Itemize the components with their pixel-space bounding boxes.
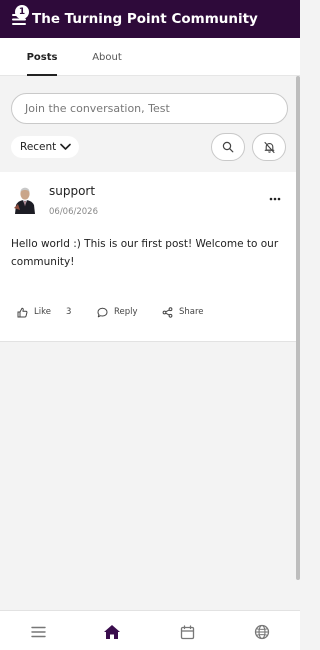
nav-explore-button[interactable] (253, 623, 271, 641)
tab-about[interactable]: About (92, 38, 122, 76)
page-title: The Turning Point Community (32, 11, 258, 27)
top-app-bar: 1 The Turning Point Community (0, 0, 300, 38)
nav-menu-button[interactable] (29, 623, 47, 641)
like-label: Like (34, 307, 51, 317)
post-body: Hello world :) This is our first post! W… (11, 238, 279, 268)
calendar-icon (180, 624, 194, 639)
menu-button[interactable]: 1 (7, 5, 31, 31)
more-horizontal-icon (269, 197, 281, 201)
nav-home-button[interactable] (103, 623, 121, 641)
sort-label: Recent (20, 141, 57, 153)
home-icon (104, 625, 120, 639)
like-button[interactable]: Like (17, 305, 51, 319)
sort-dropdown[interactable]: Recent (11, 136, 79, 158)
avatar[interactable] (12, 184, 38, 214)
reply-label: Reply (114, 307, 138, 317)
menu-icon (30, 626, 46, 638)
tab-posts[interactable]: Posts (27, 38, 57, 76)
chevron-down-icon (60, 143, 72, 150)
share-icon (162, 306, 173, 318)
share-label: Share (179, 307, 204, 317)
scrollbar[interactable] (296, 76, 300, 580)
join-conversation-input[interactable]: Join the conversation, Test (11, 93, 288, 124)
comment-icon (97, 307, 108, 317)
globe-icon (254, 624, 270, 640)
thumbs-up-icon (17, 307, 28, 317)
bell-off-icon (263, 141, 275, 153)
post-date: 06/06/2026 (49, 207, 98, 217)
reply-button[interactable]: Reply (97, 305, 138, 319)
share-button[interactable]: Share (162, 305, 204, 319)
notifications-toggle-button[interactable] (252, 133, 286, 161)
bottom-navigation (0, 610, 300, 650)
like-count[interactable]: 3 (66, 305, 71, 319)
post-author[interactable]: support (49, 184, 95, 198)
tab-bar: Posts About (0, 38, 300, 76)
post-options-button[interactable] (266, 192, 284, 206)
search-icon (222, 141, 234, 153)
post-card[interactable]: support 06/06/2026 Hello world :) This i… (0, 172, 296, 342)
notification-badge: 1 (15, 5, 29, 19)
search-posts-button[interactable] (211, 133, 245, 161)
nav-calendar-button[interactable] (178, 623, 196, 641)
